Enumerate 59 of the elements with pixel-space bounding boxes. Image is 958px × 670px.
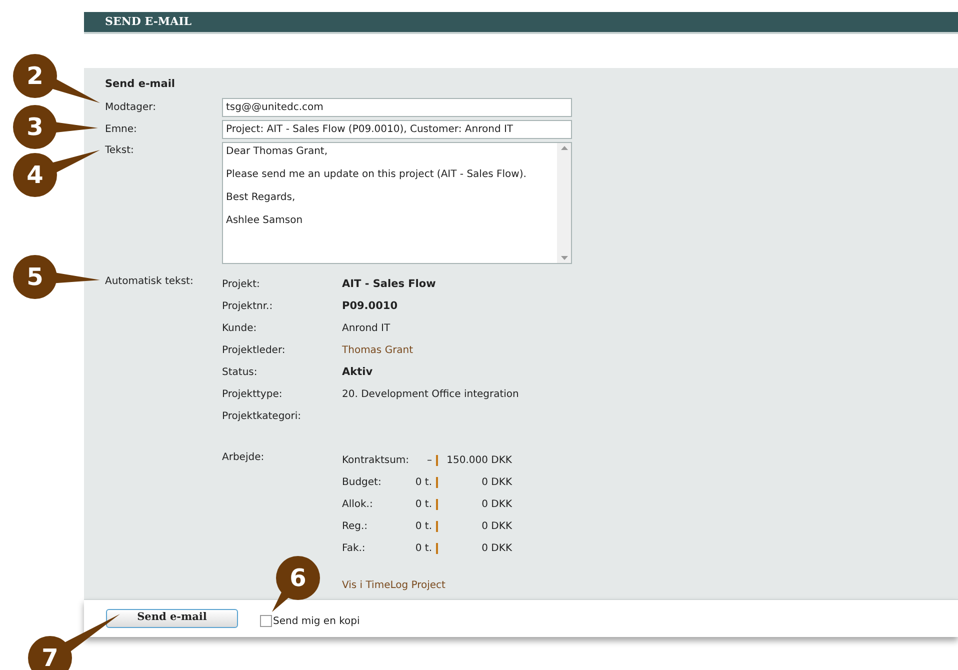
- callout-badge: 2: [13, 54, 57, 98]
- info-label: Status:: [222, 366, 258, 380]
- input-field[interactable]: Project: AIT - Sales Flow (P09.0010), Customer: Anrond IT: [222, 120, 572, 140]
- send-button[interactable]: Send e-mail: [106, 608, 238, 628]
- scroll-up-icon[interactable]: [560, 146, 568, 150]
- hours-value: 0 t.: [414, 498, 432, 512]
- scroll-down-icon[interactable]: [560, 256, 568, 260]
- body-line: Please send me an update on this project (AIT - Sales Flow).: [226, 168, 528, 182]
- field-label: Emne:: [105, 123, 138, 138]
- manager-link[interactable]: Thomas Grant: [342, 343, 414, 358]
- info-label: Projektkategori:: [222, 410, 302, 424]
- separator-icon: [436, 477, 438, 488]
- amount-value: 0 DKK: [480, 542, 512, 556]
- page-title: SEND E-MAIL: [105, 14, 192, 30]
- field-label: Modtager:: [105, 101, 157, 116]
- amount-value: 0 DKK: [480, 476, 512, 490]
- callout-badge: 7: [28, 636, 72, 670]
- info-value: Anrond IT: [342, 322, 390, 336]
- input-field[interactable]: tsg@@unitedc.com: [222, 98, 572, 118]
- separator-icon: [436, 521, 438, 532]
- hours-value: –: [426, 454, 432, 468]
- separator-icon: [436, 543, 438, 554]
- callout-badge: 5: [13, 255, 57, 299]
- work-label: Kontraktsum:: [342, 454, 408, 468]
- checkbox[interactable]: [260, 615, 272, 628]
- info-label: Projektnr.:: [222, 300, 274, 314]
- field-label: Automatisk tekst:: [105, 274, 194, 289]
- amount-value: 150.000 DKK: [446, 454, 512, 468]
- hours-value: 0 t.: [414, 520, 432, 534]
- info-label: Projekttype:: [222, 388, 284, 402]
- work-label: Allok.:: [342, 498, 374, 512]
- amount-value: 0 DKK: [480, 498, 512, 512]
- scrollbar[interactable]: [557, 142, 571, 263]
- info-label: Kunde:: [222, 322, 258, 336]
- info-value: AIT - Sales Flow: [342, 276, 436, 292]
- work-label: Reg.:: [342, 520, 369, 534]
- separator-icon: [436, 499, 438, 510]
- info-value: Aktiv: [342, 364, 373, 380]
- body-line: Best Regards,: [226, 190, 296, 205]
- separator-icon: [436, 455, 438, 466]
- hours-value: 0 t.: [414, 476, 432, 490]
- work-label: Fak.:: [342, 542, 366, 556]
- field-label: Arbejde:: [222, 450, 266, 465]
- hours-value: 0 t.: [414, 542, 432, 556]
- body-line: Ashlee Samson: [226, 214, 304, 228]
- work-label: Budget:: [342, 476, 382, 490]
- amount-value: 0 DKK: [480, 520, 512, 534]
- body-line: Dear Thomas Grant,: [226, 144, 329, 159]
- project-link[interactable]: Vis i TimeLog Project: [342, 578, 519, 593]
- form-heading: Send e-mail: [105, 77, 176, 92]
- checkbox-label: Send mig en kopi: [273, 614, 360, 629]
- text-area[interactable]: Dear Thomas Grant, Please send me an update on this project (AIT - Sales Flow). Best Regards, Ashlee Samson: [222, 142, 572, 264]
- info-label: Projektleder:: [222, 344, 286, 358]
- info-value: 20. Development Office integration: [342, 388, 519, 402]
- callout-badge: 4: [13, 153, 57, 197]
- info-label: Projekt:: [222, 278, 261, 292]
- info-value: P09.0010: [342, 298, 398, 314]
- field-label: Tekst:: [105, 144, 135, 158]
- callout-badge: 3: [13, 105, 57, 149]
